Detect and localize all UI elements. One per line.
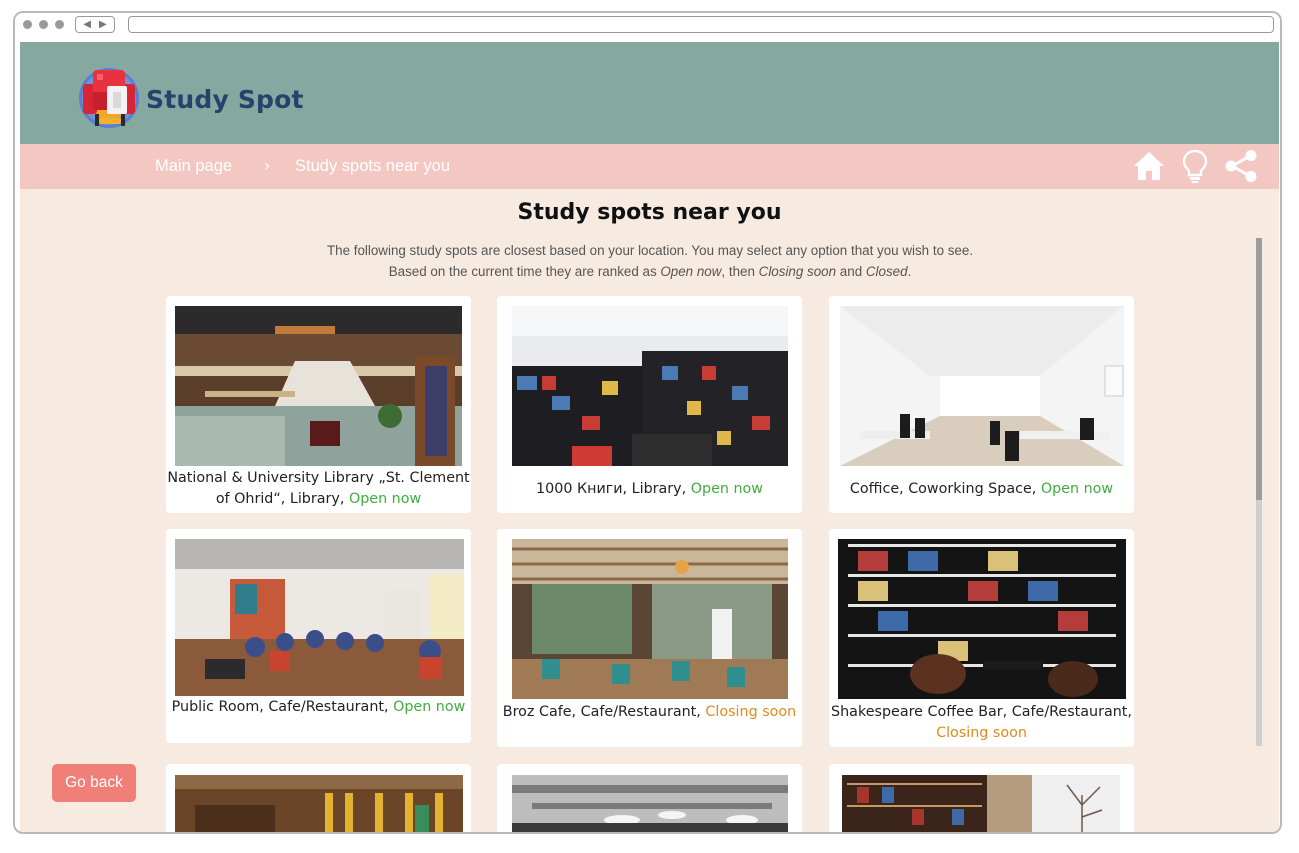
card-name: 1000 Книги, Library, <box>536 481 691 497</box>
bookstore-photo[interactable] <box>512 306 788 466</box>
status-badge: Open now <box>348 491 422 507</box>
status-badge: Closing soon <box>936 725 1027 741</box>
study-spot-photo[interactable] <box>512 775 788 832</box>
status-badge: Closing soon <box>705 704 797 720</box>
window-maximize-dot[interactable] <box>55 20 64 29</box>
library-photo[interactable] <box>175 306 462 466</box>
status-badge: Open now <box>393 699 466 715</box>
forward-arrow-icon[interactable]: ▶ <box>99 19 107 30</box>
browser-nav-buttons[interactable]: ◀ ▶ <box>75 16 115 33</box>
back-arrow-icon[interactable]: ◀ <box>83 19 91 30</box>
study-spot-card[interactable] <box>497 764 802 832</box>
address-bar[interactable] <box>128 16 1274 33</box>
study-spot-card[interactable] <box>829 764 1134 832</box>
study-spot-card[interactable] <box>166 764 471 832</box>
scrollbar[interactable] <box>1256 238 1262 746</box>
browser-window: ◀ ▶ Study Spot Main page › Study spots n… <box>13 11 1282 834</box>
status-badge: Open now <box>1040 481 1114 497</box>
intro-end: . <box>907 264 912 279</box>
page-title: Study spots near you <box>517 200 782 225</box>
lightbulb-icon[interactable] <box>1177 148 1213 184</box>
intro-closed: Closed <box>865 264 908 279</box>
site: Study Spot Main page › Study spots near … <box>20 42 1279 832</box>
browser-toolbar: ◀ ▶ <box>15 13 1280 41</box>
study-spot-card[interactable]: Shakespeare Coffee Bar, Cafe/Restaurant,… <box>829 529 1134 747</box>
coworking-photo[interactable] <box>840 306 1124 466</box>
breadcrumb-separator: › <box>264 156 271 175</box>
study-spot-logo-icon[interactable] <box>77 64 143 130</box>
brand-name[interactable]: Study Spot <box>146 85 304 114</box>
card-caption: Coffice, Coworking Space, Open now <box>829 479 1134 500</box>
scrollbar-thumb[interactable] <box>1256 238 1262 500</box>
card-caption: Shakespeare Coffee Bar, Cafe/Restaurant,… <box>829 702 1134 744</box>
study-spot-card[interactable]: National & University Library „St. Cleme… <box>166 296 471 513</box>
card-name: Broz Cafe, Cafe/Restaurant, <box>502 704 706 720</box>
card-name: Shakespeare Coffee Bar, Cafe/Restaurant, <box>831 704 1132 720</box>
card-caption: National & University Library „St. Cleme… <box>166 468 471 510</box>
intro-closing-soon: Closing soon <box>758 264 837 279</box>
study-spot-card[interactable]: Broz Cafe, Cafe/Restaurant, Closing soon <box>497 529 802 747</box>
shakespeare-coffee-photo[interactable] <box>838 539 1126 699</box>
go-back-button[interactable]: Go back <box>52 764 136 802</box>
intro-text: The following study spots are closest ba… <box>320 240 980 282</box>
card-name: National & University Library „St. Cleme… <box>167 470 470 507</box>
home-icon[interactable] <box>1131 148 1167 184</box>
intro-open-now: Open now <box>660 264 722 279</box>
card-caption: Broz Cafe, Cafe/Restaurant, Closing soon <box>497 702 802 723</box>
card-caption: 1000 Книги, Library, Open now <box>497 479 802 500</box>
study-spot-card[interactable]: 1000 Книги, Library, Open now <box>497 296 802 513</box>
public-room-photo[interactable] <box>175 539 464 696</box>
status-badge: Open now <box>690 481 763 497</box>
site-header: Study Spot <box>20 42 1279 144</box>
breadcrumb-current: Study spots near you <box>295 157 451 175</box>
breadcrumb: Main page › Study spots near you <box>20 144 1279 189</box>
study-spot-card[interactable]: Public Room, Cafe/Restaurant, Open now <box>166 529 471 743</box>
intro-part3: and <box>836 264 866 279</box>
study-spot-photo[interactable] <box>175 775 463 832</box>
intro-part2: , then <box>721 264 759 279</box>
card-caption: Public Room, Cafe/Restaurant, Open now <box>166 697 471 718</box>
window-minimize-dot[interactable] <box>39 20 48 29</box>
card-name: Public Room, Cafe/Restaurant, <box>171 699 394 715</box>
card-name: Coffice, Coworking Space, <box>849 481 1041 497</box>
study-spot-card[interactable]: Coffice, Coworking Space, Open now <box>829 296 1134 513</box>
broz-cafe-photo[interactable] <box>512 539 788 699</box>
window-close-dot[interactable] <box>23 20 32 29</box>
study-spot-photo[interactable] <box>842 775 1120 832</box>
share-icon[interactable] <box>1223 148 1259 184</box>
breadcrumb-main-page[interactable]: Main page <box>155 157 232 176</box>
